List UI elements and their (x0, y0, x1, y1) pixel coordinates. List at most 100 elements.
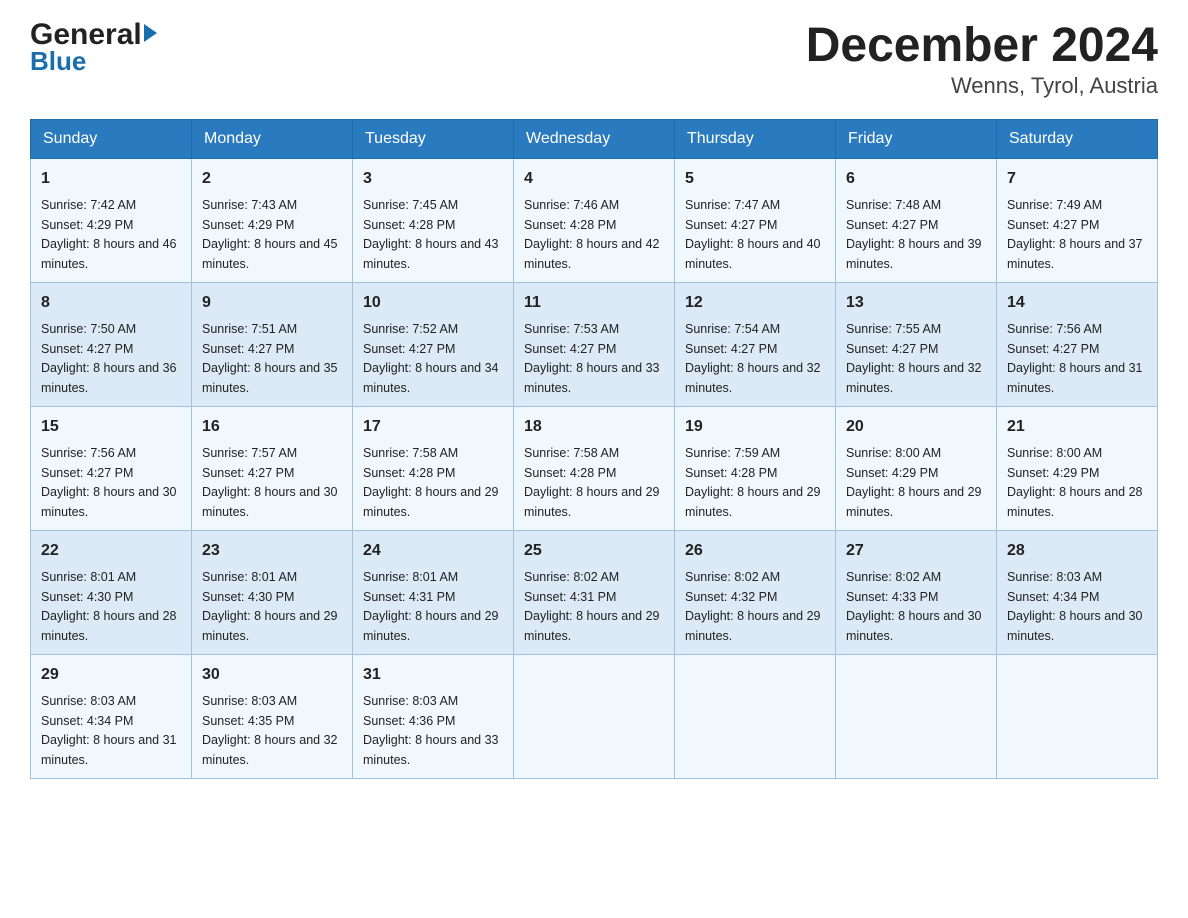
day-number: 5 (685, 167, 825, 191)
day-number: 28 (1007, 539, 1147, 563)
calendar-cell: 27 Sunrise: 8:02 AMSunset: 4:33 PMDaylig… (836, 530, 997, 654)
day-number: 27 (846, 539, 986, 563)
day-info: Sunrise: 7:47 AMSunset: 4:27 PMDaylight:… (685, 198, 821, 271)
day-info: Sunrise: 7:42 AMSunset: 4:29 PMDaylight:… (41, 198, 177, 271)
day-number: 14 (1007, 291, 1147, 315)
calendar-cell: 8 Sunrise: 7:50 AMSunset: 4:27 PMDayligh… (31, 282, 192, 406)
day-number: 3 (363, 167, 503, 191)
calendar-cell: 20 Sunrise: 8:00 AMSunset: 4:29 PMDaylig… (836, 406, 997, 530)
weekday-header-sunday: Sunday (31, 119, 192, 158)
calendar-cell: 16 Sunrise: 7:57 AMSunset: 4:27 PMDaylig… (192, 406, 353, 530)
day-info: Sunrise: 7:52 AMSunset: 4:27 PMDaylight:… (363, 322, 499, 395)
header: General Blue December 2024 Wenns, Tyrol,… (30, 20, 1158, 99)
day-number: 12 (685, 291, 825, 315)
calendar-cell: 18 Sunrise: 7:58 AMSunset: 4:28 PMDaylig… (514, 406, 675, 530)
day-number: 29 (41, 663, 181, 687)
calendar-cell: 24 Sunrise: 8:01 AMSunset: 4:31 PMDaylig… (353, 530, 514, 654)
week-row-2: 8 Sunrise: 7:50 AMSunset: 4:27 PMDayligh… (31, 282, 1158, 406)
week-row-1: 1 Sunrise: 7:42 AMSunset: 4:29 PMDayligh… (31, 158, 1158, 282)
week-row-3: 15 Sunrise: 7:56 AMSunset: 4:27 PMDaylig… (31, 406, 1158, 530)
day-number: 4 (524, 167, 664, 191)
calendar-cell: 15 Sunrise: 7:56 AMSunset: 4:27 PMDaylig… (31, 406, 192, 530)
day-info: Sunrise: 8:03 AMSunset: 4:34 PMDaylight:… (41, 694, 177, 767)
calendar-cell: 12 Sunrise: 7:54 AMSunset: 4:27 PMDaylig… (675, 282, 836, 406)
day-info: Sunrise: 7:49 AMSunset: 4:27 PMDaylight:… (1007, 198, 1143, 271)
logo: General Blue (30, 20, 157, 74)
calendar-cell: 1 Sunrise: 7:42 AMSunset: 4:29 PMDayligh… (31, 158, 192, 282)
day-number: 11 (524, 291, 664, 315)
day-number: 1 (41, 167, 181, 191)
day-info: Sunrise: 7:57 AMSunset: 4:27 PMDaylight:… (202, 446, 338, 519)
day-number: 8 (41, 291, 181, 315)
weekday-header-wednesday: Wednesday (514, 119, 675, 158)
calendar-cell: 6 Sunrise: 7:48 AMSunset: 4:27 PMDayligh… (836, 158, 997, 282)
calendar-cell: 10 Sunrise: 7:52 AMSunset: 4:27 PMDaylig… (353, 282, 514, 406)
day-number: 21 (1007, 415, 1147, 439)
day-number: 22 (41, 539, 181, 563)
calendar-cell: 7 Sunrise: 7:49 AMSunset: 4:27 PMDayligh… (997, 158, 1158, 282)
day-info: Sunrise: 7:50 AMSunset: 4:27 PMDaylight:… (41, 322, 177, 395)
day-info: Sunrise: 7:59 AMSunset: 4:28 PMDaylight:… (685, 446, 821, 519)
calendar-table: SundayMondayTuesdayWednesdayThursdayFrid… (30, 119, 1158, 779)
day-number: 25 (524, 539, 664, 563)
day-info: Sunrise: 8:02 AMSunset: 4:32 PMDaylight:… (685, 570, 821, 643)
title-area: December 2024 Wenns, Tyrol, Austria (806, 20, 1158, 99)
day-number: 23 (202, 539, 342, 563)
day-info: Sunrise: 7:46 AMSunset: 4:28 PMDaylight:… (524, 198, 660, 271)
day-info: Sunrise: 7:58 AMSunset: 4:28 PMDaylight:… (363, 446, 499, 519)
day-info: Sunrise: 7:48 AMSunset: 4:27 PMDaylight:… (846, 198, 982, 271)
weekday-header-saturday: Saturday (997, 119, 1158, 158)
day-number: 10 (363, 291, 503, 315)
calendar-cell: 5 Sunrise: 7:47 AMSunset: 4:27 PMDayligh… (675, 158, 836, 282)
day-number: 15 (41, 415, 181, 439)
day-info: Sunrise: 8:02 AMSunset: 4:31 PMDaylight:… (524, 570, 660, 643)
day-info: Sunrise: 7:58 AMSunset: 4:28 PMDaylight:… (524, 446, 660, 519)
day-number: 30 (202, 663, 342, 687)
calendar-cell: 11 Sunrise: 7:53 AMSunset: 4:27 PMDaylig… (514, 282, 675, 406)
day-number: 16 (202, 415, 342, 439)
day-info: Sunrise: 7:55 AMSunset: 4:27 PMDaylight:… (846, 322, 982, 395)
day-number: 6 (846, 167, 986, 191)
calendar-cell (997, 654, 1158, 778)
day-info: Sunrise: 8:01 AMSunset: 4:30 PMDaylight:… (202, 570, 338, 643)
weekday-header-thursday: Thursday (675, 119, 836, 158)
day-number: 18 (524, 415, 664, 439)
day-number: 19 (685, 415, 825, 439)
day-info: Sunrise: 7:56 AMSunset: 4:27 PMDaylight:… (1007, 322, 1143, 395)
day-number: 31 (363, 663, 503, 687)
weekday-header-tuesday: Tuesday (353, 119, 514, 158)
day-info: Sunrise: 8:01 AMSunset: 4:31 PMDaylight:… (363, 570, 499, 643)
location-subtitle: Wenns, Tyrol, Austria (806, 73, 1158, 99)
day-info: Sunrise: 7:51 AMSunset: 4:27 PMDaylight:… (202, 322, 338, 395)
day-info: Sunrise: 8:03 AMSunset: 4:34 PMDaylight:… (1007, 570, 1143, 643)
calendar-cell: 31 Sunrise: 8:03 AMSunset: 4:36 PMDaylig… (353, 654, 514, 778)
calendar-cell (514, 654, 675, 778)
calendar-cell: 30 Sunrise: 8:03 AMSunset: 4:35 PMDaylig… (192, 654, 353, 778)
week-row-4: 22 Sunrise: 8:01 AMSunset: 4:30 PMDaylig… (31, 530, 1158, 654)
day-info: Sunrise: 7:43 AMSunset: 4:29 PMDaylight:… (202, 198, 338, 271)
weekday-header-friday: Friday (836, 119, 997, 158)
calendar-cell: 9 Sunrise: 7:51 AMSunset: 4:27 PMDayligh… (192, 282, 353, 406)
day-number: 17 (363, 415, 503, 439)
calendar-cell: 4 Sunrise: 7:46 AMSunset: 4:28 PMDayligh… (514, 158, 675, 282)
day-info: Sunrise: 8:00 AMSunset: 4:29 PMDaylight:… (846, 446, 982, 519)
day-info: Sunrise: 8:02 AMSunset: 4:33 PMDaylight:… (846, 570, 982, 643)
calendar-cell: 3 Sunrise: 7:45 AMSunset: 4:28 PMDayligh… (353, 158, 514, 282)
calendar-cell: 29 Sunrise: 8:03 AMSunset: 4:34 PMDaylig… (31, 654, 192, 778)
day-info: Sunrise: 8:03 AMSunset: 4:36 PMDaylight:… (363, 694, 499, 767)
day-number: 24 (363, 539, 503, 563)
calendar-cell: 22 Sunrise: 8:01 AMSunset: 4:30 PMDaylig… (31, 530, 192, 654)
weekday-header-row: SundayMondayTuesdayWednesdayThursdayFrid… (31, 119, 1158, 158)
day-number: 7 (1007, 167, 1147, 191)
day-info: Sunrise: 8:01 AMSunset: 4:30 PMDaylight:… (41, 570, 177, 643)
calendar-cell: 17 Sunrise: 7:58 AMSunset: 4:28 PMDaylig… (353, 406, 514, 530)
calendar-cell: 14 Sunrise: 7:56 AMSunset: 4:27 PMDaylig… (997, 282, 1158, 406)
calendar-cell: 23 Sunrise: 8:01 AMSunset: 4:30 PMDaylig… (192, 530, 353, 654)
day-info: Sunrise: 7:56 AMSunset: 4:27 PMDaylight:… (41, 446, 177, 519)
calendar-cell: 2 Sunrise: 7:43 AMSunset: 4:29 PMDayligh… (192, 158, 353, 282)
day-number: 9 (202, 291, 342, 315)
day-number: 20 (846, 415, 986, 439)
calendar-cell: 25 Sunrise: 8:02 AMSunset: 4:31 PMDaylig… (514, 530, 675, 654)
day-number: 2 (202, 167, 342, 191)
logo-triangle-icon (144, 24, 157, 42)
